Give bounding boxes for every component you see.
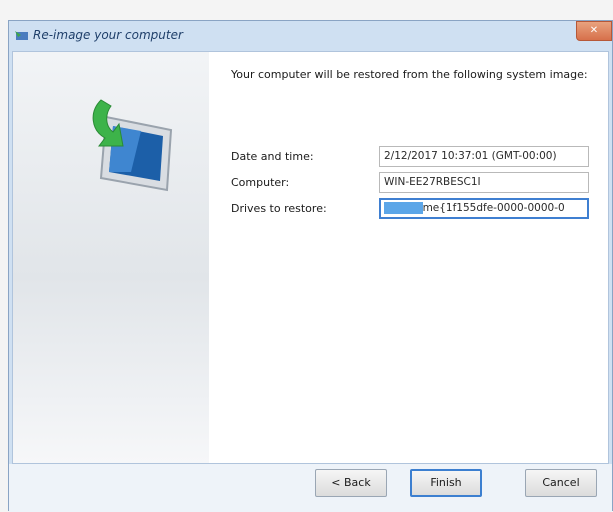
- drives-to-restore-field[interactable]: \\?\Volume{1f155dfe-0000-0000-0: [379, 198, 589, 219]
- computer-field[interactable]: WIN-EE27RBESC1I: [379, 172, 589, 193]
- dialog-client-area: Your computer will be restored from the …: [12, 51, 609, 464]
- computer-restore-icon: [92, 99, 173, 192]
- finish-button[interactable]: Finish: [410, 469, 482, 497]
- restore-app-icon: [15, 31, 28, 40]
- title-bar: Re-image your computer ✕: [9, 21, 612, 51]
- button-bar: [9, 464, 612, 512]
- side-illustration-panel: [13, 52, 209, 463]
- drives-value: me{1f155dfe-0000-0000-0: [422, 202, 565, 214]
- close-icon: ✕: [589, 25, 599, 36]
- close-button[interactable]: ✕: [576, 21, 612, 41]
- intro-text: Your computer will be restored from the …: [231, 68, 588, 81]
- window-title: Re-image your computer: [33, 28, 183, 42]
- computer-label: Computer:: [231, 176, 290, 189]
- cancel-button[interactable]: Cancel: [525, 469, 597, 497]
- selected-text: \\?\Volu: [384, 202, 423, 214]
- reimage-dialog: Re-image your computer ✕ Your computer w…: [8, 20, 613, 512]
- date-time-label: Date and time:: [231, 150, 314, 163]
- date-time-field[interactable]: 2/12/2017 10:37:01 (GMT-00:00): [379, 146, 589, 167]
- drives-to-restore-label: Drives to restore:: [231, 202, 327, 215]
- back-button[interactable]: < Back: [315, 469, 387, 497]
